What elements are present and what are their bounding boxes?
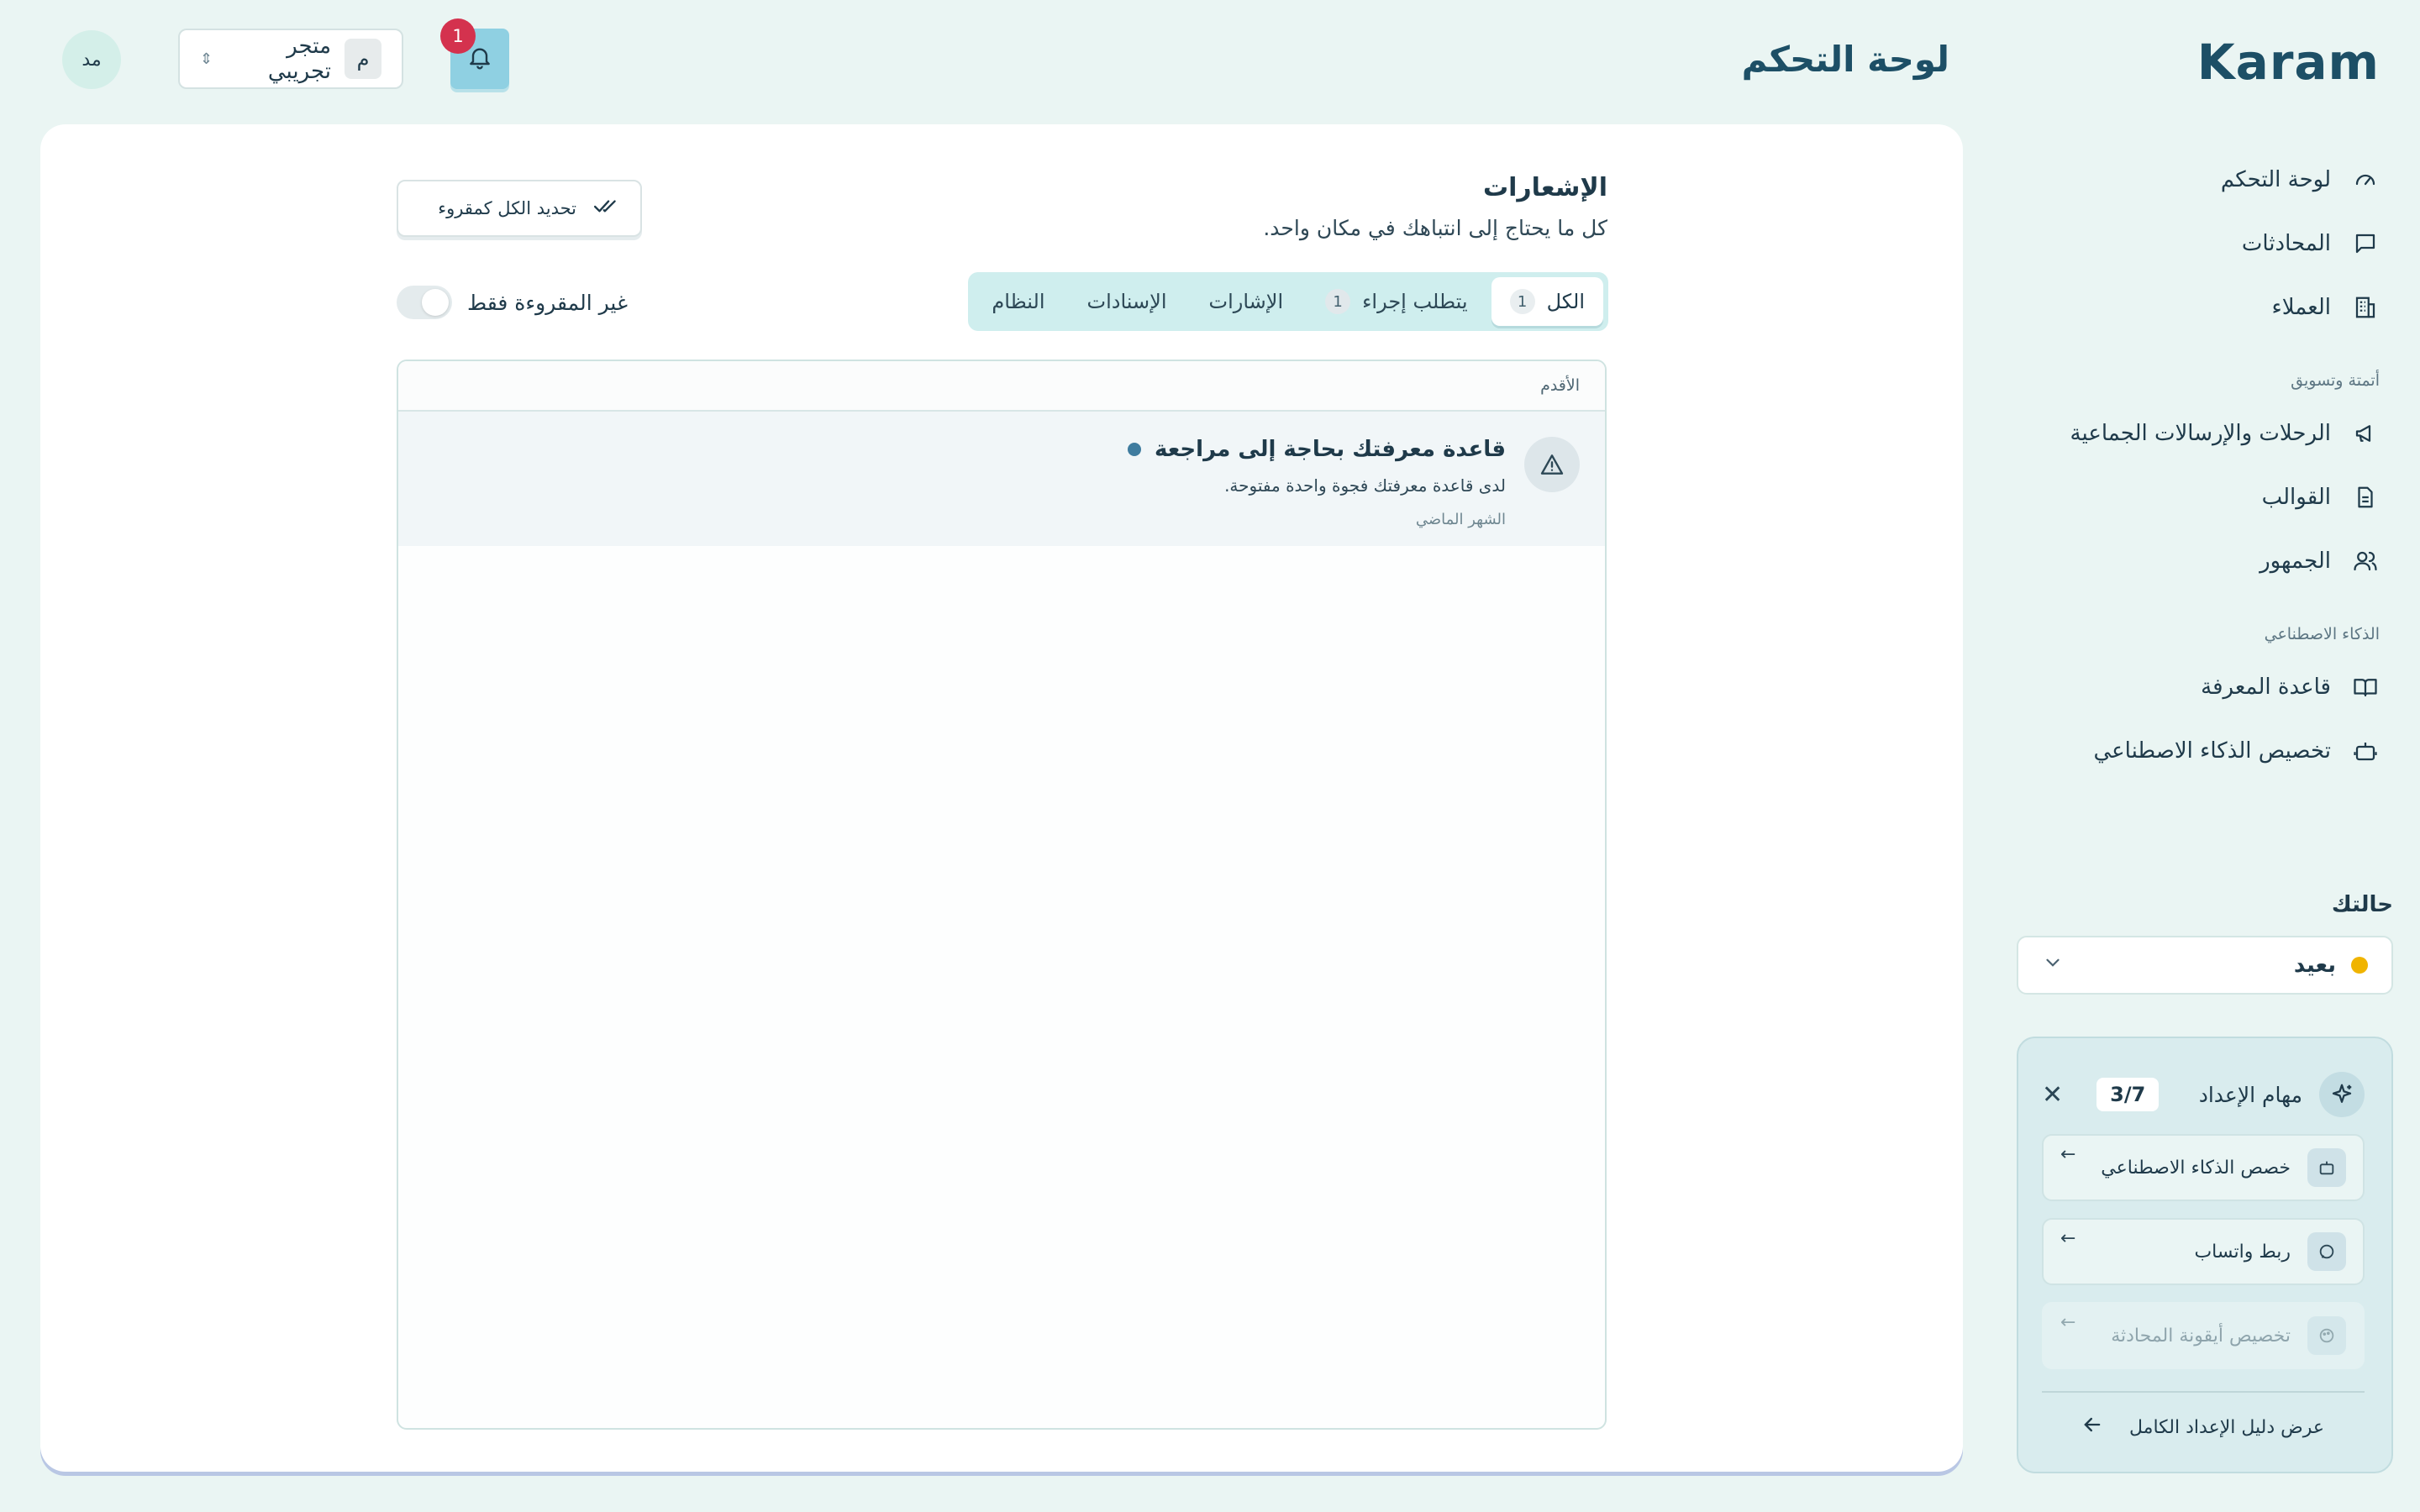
double-check-icon: [593, 197, 620, 221]
tab-label: يتطلب إجراء: [1362, 290, 1468, 313]
chevron-updown-icon: ⇕: [200, 50, 213, 68]
store-initial: م: [345, 39, 381, 79]
page-title: لوحة التحكم: [1741, 39, 1949, 80]
document-icon: [2351, 483, 2380, 512]
sidebar-item-audience[interactable]: الجمهور: [2044, 529, 2380, 593]
notification-item[interactable]: قاعدة معرفتك بحاجة إلى مراجعة لدى قاعدة …: [398, 412, 1605, 546]
tab-assignments[interactable]: الإسنادات: [1069, 277, 1186, 326]
megaphone-icon: [2351, 419, 2380, 448]
building-icon: [2351, 293, 2380, 322]
notification-description: لدى قاعدة معرفتك فجوة واحدة مفتوحة.: [1224, 475, 1506, 496]
tab-all[interactable]: الكل 1: [1491, 277, 1603, 326]
setup-task-chat-icon[interactable]: تخصيص أيقونة المحادثة ←: [2042, 1302, 2365, 1369]
sidebar-item-label: العملاء: [2271, 295, 2331, 320]
sidebar-item-dashboard[interactable]: لوحة التحكم: [2044, 148, 2380, 212]
status-dot: [2351, 957, 2368, 974]
unread-only-toggle[interactable]: [397, 286, 452, 319]
setup-guide-link[interactable]: عرض دليل الإعداد الكامل: [2081, 1413, 2324, 1441]
tab-label: الإسنادات: [1086, 290, 1167, 313]
sidebar-section-ai: الذكاء الاصطناعي: [2264, 625, 2380, 643]
chevron-down-icon: [2042, 952, 2064, 979]
gauge-icon: [2351, 165, 2380, 194]
sidebar-item-label: المحادثات: [2241, 231, 2331, 256]
setup-task-label: ربط واتساب: [2194, 1241, 2291, 1263]
setup-task-whatsapp[interactable]: ربط واتساب ←: [2042, 1218, 2365, 1285]
avatar[interactable]: مد: [62, 30, 121, 89]
notification-time: الشهر الماضي: [1415, 511, 1506, 528]
close-icon[interactable]: ✕: [2042, 1080, 2063, 1110]
arrow-left-icon: ←: [2060, 1228, 2076, 1249]
sidebar-section-automation: أتمتة وتسويق: [2291, 371, 2380, 390]
warning-icon: [1524, 437, 1580, 492]
store-switcher[interactable]: م متجر تجريبي ⇕: [178, 29, 403, 89]
users-icon: [2351, 547, 2380, 575]
sidebar-item-label: الرحلات والإرسالات الجماعية: [2070, 421, 2331, 446]
sidebar-item-journeys[interactable]: الرحلات والإرسالات الجماعية: [2044, 402, 2380, 465]
palette-icon: [2307, 1316, 2346, 1355]
arrow-left-icon: ←: [2060, 1312, 2076, 1333]
notification-tabs: الكل 1 يتطلب إجراء 1 الإشارات الإسنادات …: [968, 272, 1608, 331]
notifications-header: الإشعارات كل ما يحتاج إلى انتباهك في مكا…: [1263, 173, 1607, 240]
chat-icon: [2351, 229, 2380, 258]
sidebar-item-knowledge-base[interactable]: قاعدة المعرفة: [2044, 655, 2380, 719]
setup-task-label: تخصيص أيقونة المحادثة: [2111, 1325, 2291, 1347]
unread-only-label: غير المقروءة فقط: [467, 290, 629, 315]
sparkle-icon: [2319, 1072, 2365, 1117]
sidebar-item-conversations[interactable]: المحادثات: [2044, 212, 2380, 276]
sort-label: الأقدم: [1540, 376, 1580, 395]
tab-label: الكل: [1546, 290, 1585, 313]
bot-icon: [2351, 737, 2380, 765]
setup-guide-label: عرض دليل الإعداد الكامل: [2129, 1416, 2324, 1438]
tab-action-required[interactable]: يتطلب إجراء 1: [1307, 277, 1486, 326]
sidebar-item-label: القوالب: [2261, 485, 2331, 510]
sidebar-item-label: الجمهور: [2260, 549, 2331, 574]
arrow-left-icon: [2081, 1413, 2104, 1441]
mark-all-read-button[interactable]: تحديد الكل كمقروء: [397, 180, 642, 237]
setup-tasks-title: مهام الإعداد: [2198, 1082, 2302, 1107]
brand-logo[interactable]: Karam: [2197, 34, 2380, 91]
sidebar-item-label: لوحة التحكم: [2220, 167, 2331, 192]
notifications-subtitle: كل ما يحتاج إلى انتباهك في مكان واحد.: [1263, 216, 1607, 240]
setup-task-label: خصص الذكاء الاصطناعي: [2101, 1157, 2291, 1179]
notifications-card: الإشعارات كل ما يحتاج إلى انتباهك في مكا…: [40, 124, 1963, 1472]
unread-only-filter: غير المقروءة فقط: [397, 286, 628, 319]
sidebar-item-label: قاعدة المعرفة: [2201, 675, 2331, 700]
tab-label: النظام: [992, 290, 1045, 313]
sidebar-item-templates[interactable]: القوالب: [2044, 465, 2380, 529]
divider: [2042, 1391, 2365, 1393]
sidebar-item-label: تخصيص الذكاء الاصطناعي: [2093, 738, 2331, 764]
setup-progress-badge: 3/7: [2096, 1078, 2160, 1111]
status-value: بعيد: [2293, 953, 2336, 978]
setup-tasks-card: مهام الإعداد 3/7 ✕ خصص الذكاء الاصطناعي …: [2017, 1037, 2393, 1473]
tab-count-badge: 1: [1509, 289, 1535, 314]
sidebar-nav: لوحة التحكم المحادثات العملاء أتمتة وتسو…: [2044, 148, 2380, 783]
notification-title: قاعدة معرفتك بحاجة إلى مراجعة: [1154, 437, 1506, 462]
mark-all-read-label: تحديد الكل كمقروء: [438, 198, 576, 218]
notifications-list: الأقدم قاعدة معرفتك بحاجة إلى مراجعة لدى…: [397, 360, 1607, 1430]
status-title: حالتك: [2331, 892, 2393, 917]
tab-count-badge: 1: [1325, 289, 1351, 314]
setup-tasks-header: مهام الإعداد 3/7 ✕: [2042, 1072, 2365, 1117]
setup-task-ai[interactable]: خصص الذكاء الاصطناعي ←: [2042, 1134, 2365, 1201]
store-name: متجر تجريبي: [267, 34, 332, 84]
status-select[interactable]: بعيد: [2017, 936, 2393, 995]
tab-system[interactable]: النظام: [973, 277, 1063, 326]
sort-order-header[interactable]: الأقدم: [398, 361, 1605, 412]
chat-icon: [2307, 1232, 2346, 1271]
notifications-title: الإشعارات: [1482, 173, 1607, 202]
tab-label: الإشارات: [1208, 290, 1284, 313]
unread-dot: [1127, 443, 1141, 456]
sidebar: Karam لوحة التحكم المحادثات العملاء أتمت…: [1954, 0, 2420, 1512]
bot-icon: [2307, 1148, 2346, 1187]
notification-count-badge: 1: [440, 18, 476, 54]
sidebar-item-customers[interactable]: العملاء: [2044, 276, 2380, 339]
tab-mentions[interactable]: الإشارات: [1190, 277, 1302, 326]
arrow-left-icon: ←: [2060, 1144, 2076, 1165]
sidebar-item-ai-customization[interactable]: تخصيص الذكاء الاصطناعي: [2044, 719, 2380, 783]
book-icon: [2351, 673, 2380, 701]
